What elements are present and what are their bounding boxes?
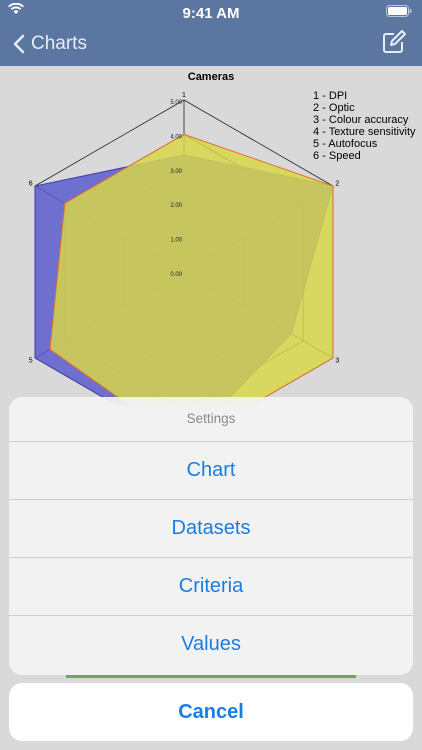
datasets-option[interactable]: Datasets xyxy=(9,500,413,558)
tick-label: 3.00 xyxy=(170,169,182,175)
battery-icon xyxy=(386,5,412,17)
axis-label: 1 xyxy=(182,92,186,99)
tick-label: 2.00 xyxy=(170,203,182,209)
compose-icon xyxy=(383,30,406,53)
tick-label: 5.00 xyxy=(170,100,182,106)
radar-chart: 0.001.002.003.004.005.00123456 xyxy=(29,92,339,406)
tick-label: 1.00 xyxy=(170,238,182,244)
axis-label: 5 xyxy=(29,358,33,365)
status-time: 9:41 AM xyxy=(182,5,240,22)
criteria-option[interactable]: Criteria xyxy=(9,558,413,616)
tick-label: 0.00 xyxy=(170,272,182,278)
sheet-title: Settings xyxy=(9,397,413,442)
chart-option[interactable]: Chart xyxy=(9,442,413,500)
radar-chart-area: Cameras 1 - DPI 2 - Optic 3 - Colour acc… xyxy=(0,66,422,406)
axis-label: 2 xyxy=(335,181,339,188)
values-option[interactable]: Values xyxy=(9,616,413,674)
back-label: Charts xyxy=(31,33,87,54)
axis-label: 6 xyxy=(29,181,33,188)
compose-button[interactable] xyxy=(382,30,406,59)
chevron-left-icon xyxy=(13,34,25,54)
tick-label: 4.00 xyxy=(170,134,182,140)
settings-action-sheet: Settings Chart Datasets Criteria Values xyxy=(9,397,413,675)
axis-label: 3 xyxy=(335,358,339,365)
navigation-bar: 9:41 AM Charts xyxy=(0,0,422,66)
cancel-button[interactable]: Cancel xyxy=(9,683,413,741)
green-divider xyxy=(66,675,356,678)
back-button[interactable]: Charts xyxy=(12,30,87,58)
